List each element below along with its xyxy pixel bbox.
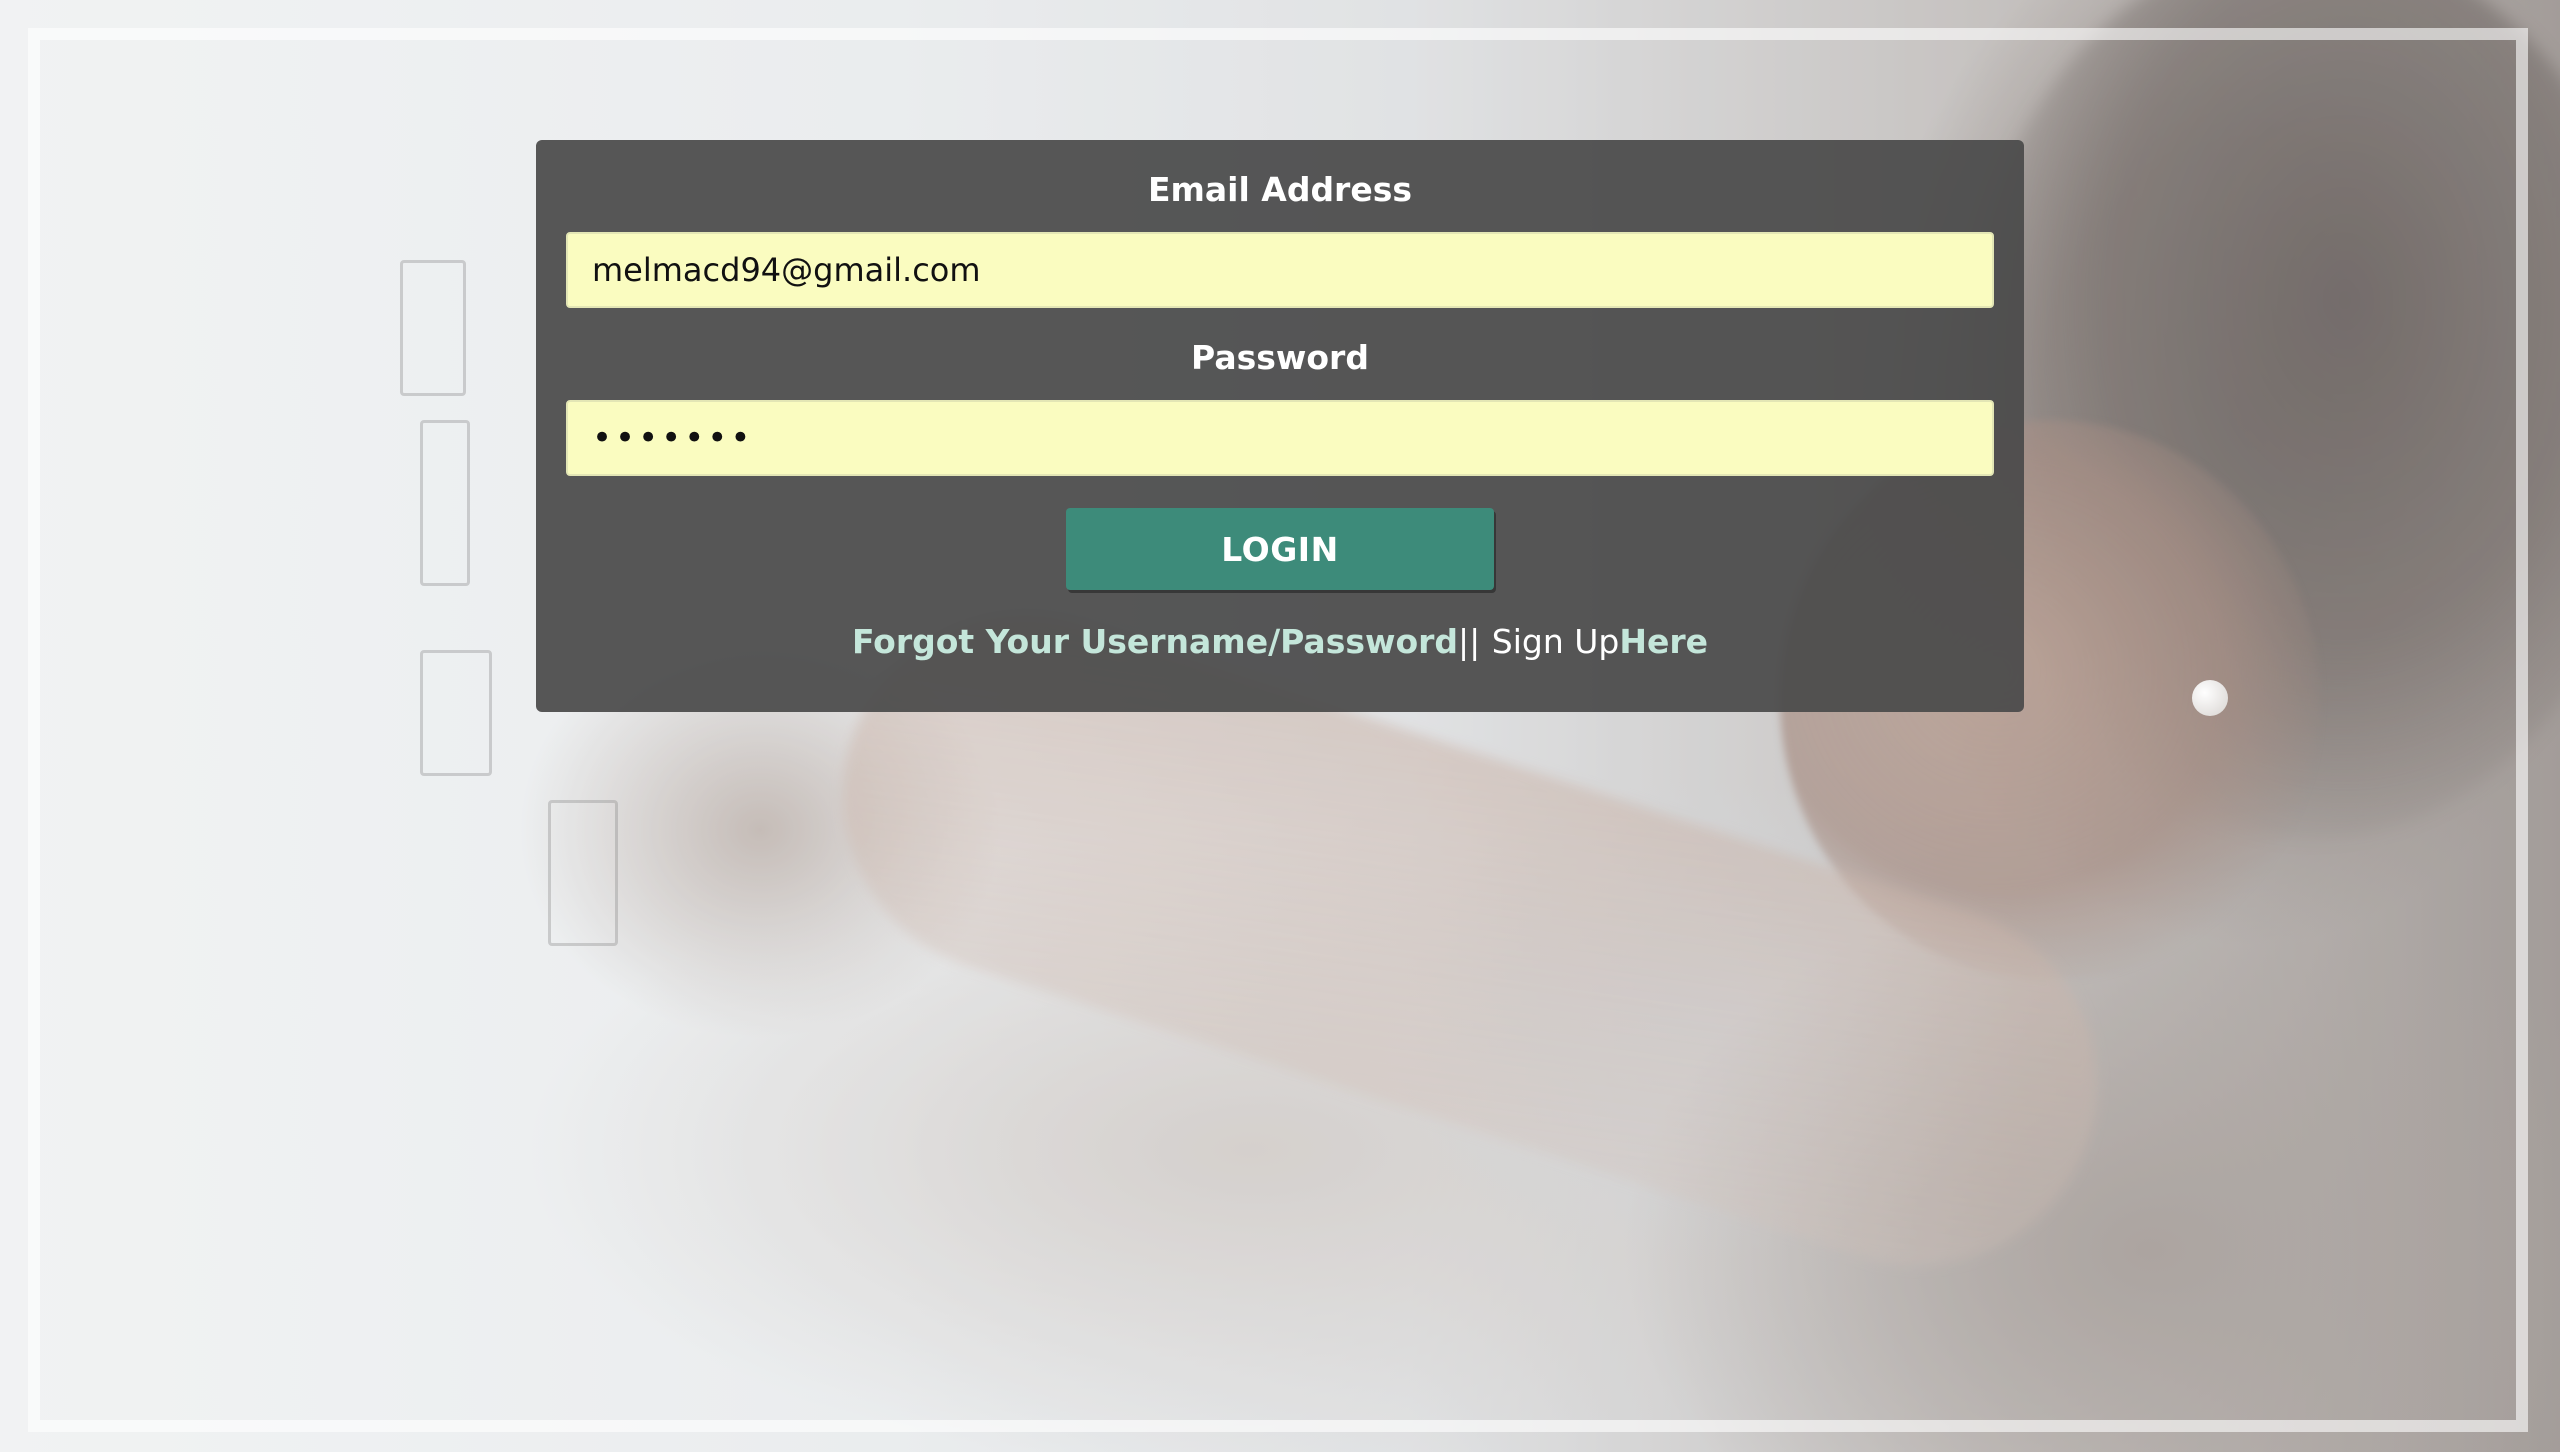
- password-label: Password: [1191, 338, 1369, 377]
- password-field[interactable]: [566, 400, 1994, 476]
- account-links: Forgot Your Username/Password|| Sign UpH…: [566, 620, 1994, 664]
- forgot-password-link[interactable]: Forgot Your Username/Password: [852, 622, 1458, 661]
- login-panel: Email Address Password LOGIN Forgot Your…: [536, 140, 2024, 712]
- email-field[interactable]: [566, 232, 1994, 308]
- link-separator: ||: [1458, 622, 1481, 661]
- email-label: Email Address: [1147, 170, 1413, 209]
- login-page: Email Address Password LOGIN Forgot Your…: [0, 0, 2560, 1452]
- signup-here-link[interactable]: Here: [1619, 622, 1708, 661]
- signup-text: Sign Up: [1491, 622, 1620, 661]
- login-button[interactable]: LOGIN: [1066, 508, 1494, 590]
